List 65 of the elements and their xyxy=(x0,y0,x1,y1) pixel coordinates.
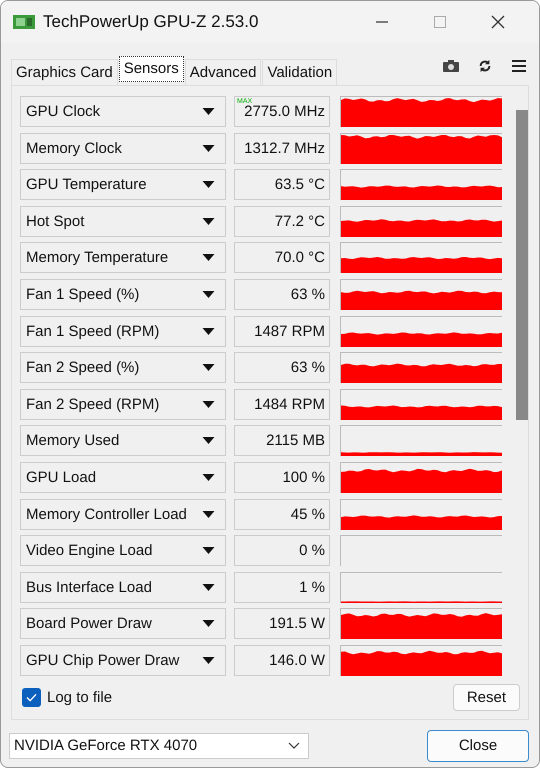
dropdown-arrow-icon xyxy=(202,328,215,335)
sensor-dropdown[interactable]: Bus Interface Load xyxy=(20,572,226,603)
sensor-value: 2115 MB xyxy=(234,425,330,456)
camera-icon[interactable] xyxy=(443,59,459,73)
dropdown-arrow-icon xyxy=(202,510,215,518)
sensor-dropdown[interactable]: Memory Temperature xyxy=(20,242,226,274)
sensor-value: 1312.7 MHz xyxy=(234,132,330,164)
sensor-value: 63.5 °C xyxy=(234,169,330,200)
sensor-dropdown[interactable]: Memory Used xyxy=(20,425,226,456)
dropdown-arrow-icon xyxy=(202,620,215,628)
dropdown-arrow-icon xyxy=(202,400,215,408)
sensor-dropdown[interactable]: Memory Clock xyxy=(20,132,226,164)
sensor-value: 0 % xyxy=(234,535,330,566)
sensor-dropdown[interactable]: Hot Spot xyxy=(20,206,226,237)
refresh-icon[interactable] xyxy=(477,59,493,73)
close-button[interactable]: Close xyxy=(427,730,529,762)
sensor-dropdown[interactable]: Fan 1 Speed (%) xyxy=(20,278,226,310)
reset-button[interactable]: Reset xyxy=(452,684,520,711)
sensor-value: 1487 RPM xyxy=(234,316,330,347)
sensor-dropdown[interactable]: Board Power Draw xyxy=(20,608,226,640)
sensor-dropdown[interactable]: Memory Controller Load xyxy=(20,498,226,530)
scrollbar-thumb[interactable] xyxy=(516,110,528,420)
app-logo-icon xyxy=(13,14,35,30)
sensor-value: 77.2 °C xyxy=(234,206,330,237)
sensor-dropdown[interactable]: Video Engine Load xyxy=(20,535,226,566)
sensor-value: 100 % xyxy=(234,462,330,493)
dropdown-arrow-icon xyxy=(202,290,215,298)
sensor-dropdown[interactable]: Fan 2 Speed (RPM) xyxy=(20,388,226,420)
sensor-value: 1484 RPM xyxy=(234,388,330,420)
close-icon[interactable] xyxy=(491,15,505,29)
sensor-value: 1 % xyxy=(234,572,330,603)
dropdown-arrow-icon xyxy=(202,254,215,262)
dropdown-arrow-icon xyxy=(202,474,215,481)
sensor-dropdown[interactable]: GPU Clock xyxy=(20,96,226,127)
dropdown-arrow-icon xyxy=(202,364,215,372)
tab[interactable]: Graphics Card xyxy=(11,59,118,85)
dropdown-arrow-icon xyxy=(202,584,215,591)
sensor-value: 191.5 W xyxy=(234,608,330,640)
sensor-value: 63 % xyxy=(234,352,330,384)
chevron-down-icon xyxy=(288,742,300,750)
dropdown-arrow-icon xyxy=(202,181,215,188)
checkmark-icon xyxy=(26,692,37,702)
sensor-value: 70.0 °C xyxy=(234,242,330,274)
dropdown-arrow-icon xyxy=(202,218,215,225)
tab[interactable]: Validation xyxy=(262,59,338,85)
sensor-dropdown[interactable]: GPU Load xyxy=(20,462,226,493)
sensor-dropdown[interactable]: Fan 1 Speed (RPM) xyxy=(20,316,226,347)
dropdown-arrow-icon xyxy=(202,144,215,152)
sensor-value: 146.0 W xyxy=(234,644,330,676)
tab[interactable]: Advanced xyxy=(184,59,262,85)
dropdown-arrow-icon xyxy=(202,547,215,554)
menu-icon[interactable] xyxy=(511,59,527,73)
checkbox-label: Log to file xyxy=(47,688,112,706)
device-select[interactable]: NVIDIA GeForce RTX 4070 xyxy=(9,732,309,759)
sensor-value: 45 % xyxy=(234,498,330,530)
dropdown-arrow-icon xyxy=(202,108,215,115)
window-title: TechPowerUp GPU-Z 2.53.0 xyxy=(43,12,260,32)
sensor-dropdown[interactable]: GPU Chip Power Draw xyxy=(20,644,226,676)
tab[interactable]: Sensors xyxy=(118,56,184,82)
sensor-dropdown[interactable]: GPU Temperature xyxy=(20,169,226,200)
checkbox[interactable] xyxy=(22,688,41,707)
dropdown-arrow-icon xyxy=(202,656,215,664)
sensor-value: 63 % xyxy=(234,278,330,310)
sensor-dropdown[interactable]: Fan 2 Speed (%) xyxy=(20,352,226,384)
dropdown-arrow-icon xyxy=(202,437,215,444)
